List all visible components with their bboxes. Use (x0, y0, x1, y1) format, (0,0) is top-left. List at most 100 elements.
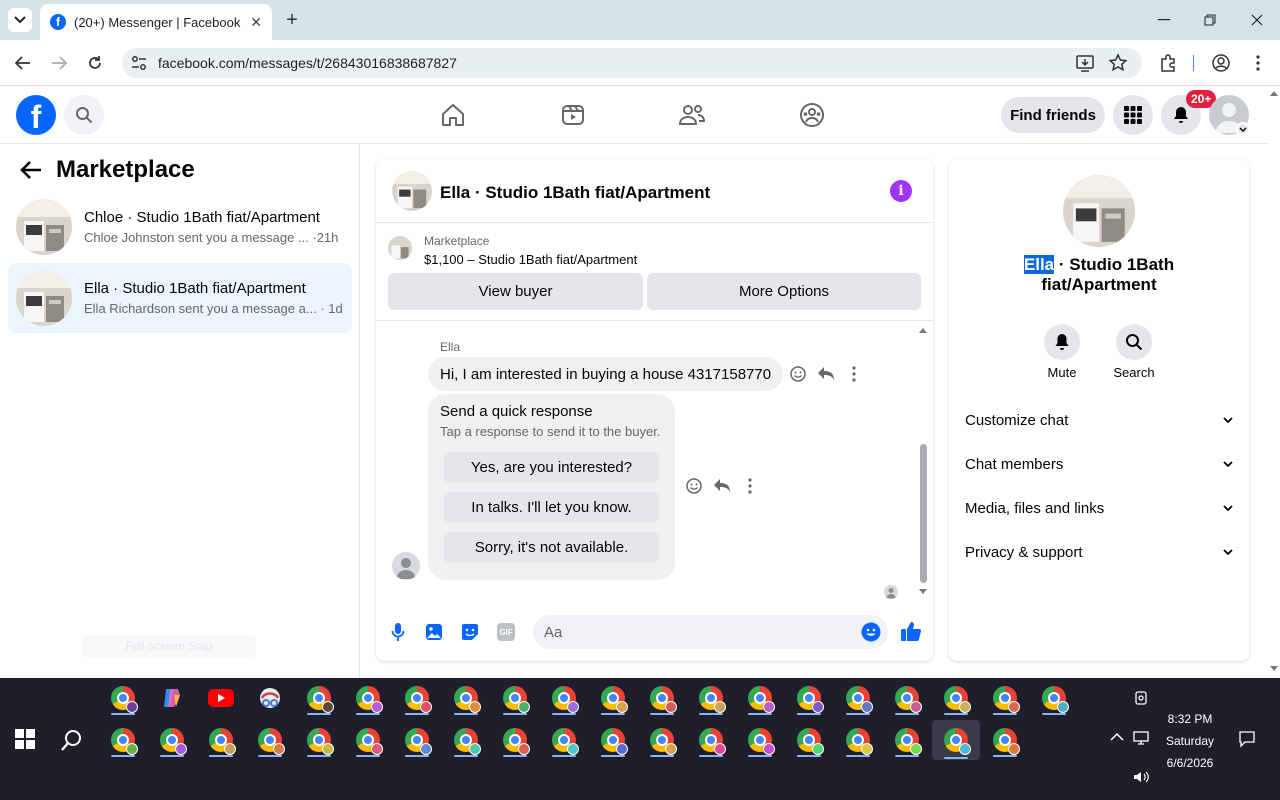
tab-close-icon[interactable]: ✕ (250, 14, 262, 31)
profile-icon[interactable] (1211, 53, 1231, 73)
taskbar-chrome-app[interactable] (642, 722, 682, 758)
quick-reply-in-talks-button[interactable]: In talks. I'll let you know. (444, 492, 659, 523)
conversation-item-chloe[interactable]: Chloe · Studio 1Bath fiat/Apartment Chlo… (8, 192, 352, 262)
browser-tab-messenger[interactable]: f (20+) Messenger | Facebook ✕ (40, 4, 272, 40)
voice-clip-button[interactable] (388, 622, 408, 642)
nav-friends[interactable] (677, 100, 707, 130)
privacy-support-section[interactable]: Privacy & support (965, 540, 1233, 564)
chat-scrollbar-thumb[interactable] (920, 444, 927, 583)
taskbar-chrome-app[interactable] (544, 680, 584, 716)
taskbar-chrome-app[interactable] (495, 722, 535, 758)
taskbar-chrome-app[interactable] (740, 722, 780, 758)
message-input[interactable]: Aa (533, 615, 888, 649)
kebab-menu-icon[interactable] (1248, 53, 1268, 73)
taskbar-chrome-app[interactable] (593, 722, 633, 758)
info-icon[interactable]: i (890, 180, 912, 202)
taskbar-chrome-app[interactable] (103, 680, 143, 716)
search-in-chat-button[interactable] (1116, 324, 1152, 360)
address-bar[interactable]: facebook.com/messages/t/2684301683868782… (122, 48, 1142, 78)
attach-photo-button[interactable] (424, 622, 444, 642)
customize-chat-section[interactable]: Customize chat (965, 408, 1233, 432)
reload-button[interactable] (83, 52, 107, 74)
sticker-button[interactable] (460, 622, 480, 642)
taskbar-chrome-app[interactable] (299, 680, 339, 716)
notification-center-button[interactable] (1238, 730, 1256, 748)
nav-video[interactable] (558, 100, 588, 130)
view-buyer-button[interactable]: View buyer (388, 273, 643, 310)
sender-avatar[interactable] (392, 552, 420, 580)
taskbar-clock[interactable]: 8:32 PM Saturday 6/6/2026 (1160, 708, 1220, 774)
taskbar-snipping-app[interactable] (250, 680, 290, 716)
taskbar-chrome-app[interactable] (446, 722, 486, 758)
extensions-icon[interactable] (1158, 53, 1178, 73)
more-options-button[interactable]: More Options (647, 273, 921, 310)
taskbar-chrome-app[interactable] (789, 722, 829, 758)
facebook-logo[interactable]: f (16, 95, 56, 135)
taskbar-chrome-app[interactable] (838, 722, 878, 758)
back-arrow-button[interactable] (20, 160, 44, 184)
forward-button[interactable] (47, 52, 71, 74)
taskbar-chrome-app[interactable] (985, 722, 1025, 758)
account-chevron[interactable] (1236, 122, 1250, 136)
taskbar-chrome-app[interactable] (397, 722, 437, 758)
thumbs-up-button[interactable] (900, 620, 922, 642)
taskbar-chrome-app[interactable] (642, 680, 682, 716)
taskbar-chrome-app[interactable] (887, 722, 927, 758)
message-more-button[interactable] (844, 364, 864, 384)
close-window-button[interactable] (1234, 6, 1280, 34)
message-more-button[interactable] (740, 476, 760, 496)
mute-button[interactable] (1044, 324, 1080, 360)
minimize-button[interactable] (1141, 6, 1187, 34)
reply-button[interactable] (712, 476, 732, 496)
taskbar-chrome-app[interactable] (838, 680, 878, 716)
scroll-down-arrow-icon[interactable] (918, 588, 928, 596)
taskbar-chrome-app[interactable] (936, 680, 976, 716)
chat-header-thumbnail[interactable] (392, 171, 432, 211)
react-button[interactable] (684, 476, 704, 496)
taskbar-chrome-app-active[interactable] (932, 720, 980, 760)
meet-now-icon[interactable] (1134, 690, 1148, 706)
taskbar-chrome-app[interactable] (299, 722, 339, 758)
taskbar-youtube-app[interactable] (201, 680, 241, 716)
taskbar-chrome-app[interactable] (593, 680, 633, 716)
bookmark-star-icon[interactable] (1108, 53, 1128, 73)
scroll-up-arrow-icon[interactable] (918, 326, 928, 334)
taskbar-chrome-app[interactable] (348, 680, 388, 716)
quick-reply-not-available-button[interactable]: Sorry, it's not available. (444, 532, 659, 563)
react-button[interactable] (788, 364, 808, 384)
media-files-links-section[interactable]: Media, files and links (965, 496, 1233, 520)
chat-details-thumbnail[interactable] (1063, 175, 1135, 247)
volume-icon[interactable] (1133, 770, 1149, 784)
taskbar-search-button[interactable] (60, 728, 84, 752)
page-scrollbar[interactable] (1268, 86, 1280, 678)
conversation-item-ella[interactable]: Ella · Studio 1Bath fiat/Apartment Ella … (8, 263, 352, 333)
taskbar-chrome-app[interactable] (1034, 680, 1074, 716)
message-bubble[interactable]: Hi, I am interested in buying a house 43… (428, 357, 784, 391)
menu-button[interactable] (1113, 95, 1153, 135)
taskbar-chrome-app[interactable] (789, 680, 829, 716)
taskbar-chrome-app[interactable] (495, 680, 535, 716)
chat-title[interactable]: Ella · Studio 1Bath fiat/Apartment (440, 183, 710, 203)
facebook-search-button[interactable] (64, 95, 104, 135)
taskbar-chrome-app[interactable] (544, 722, 584, 758)
site-info-icon[interactable] (130, 54, 148, 72)
restore-button[interactable] (1187, 6, 1233, 34)
network-icon[interactable] (1133, 730, 1151, 746)
install-app-icon[interactable] (1075, 53, 1095, 73)
taskbar-chrome-app[interactable] (740, 680, 780, 716)
taskbar-chrome-app[interactable] (250, 722, 290, 758)
gif-button[interactable]: GIF (496, 622, 516, 642)
listing-price-title[interactable]: $1,100 – Studio 1Bath fiat/Apartment (424, 252, 637, 267)
chat-members-section[interactable]: Chat members (965, 452, 1233, 476)
taskbar-chrome-app[interactable] (103, 722, 143, 758)
new-tab-button[interactable]: + (282, 8, 302, 32)
quick-reply-yes-button[interactable]: Yes, are you interested? (444, 452, 659, 483)
start-button[interactable] (14, 728, 36, 750)
taskbar-chrome-app[interactable] (201, 722, 241, 758)
tab-search-button[interactable] (8, 8, 32, 32)
show-hidden-icons-button[interactable] (1110, 732, 1124, 742)
taskbar-chrome-app[interactable] (397, 680, 437, 716)
taskbar-chrome-app[interactable] (985, 680, 1025, 716)
taskbar-chrome-app[interactable] (348, 722, 388, 758)
back-button[interactable] (11, 52, 35, 74)
